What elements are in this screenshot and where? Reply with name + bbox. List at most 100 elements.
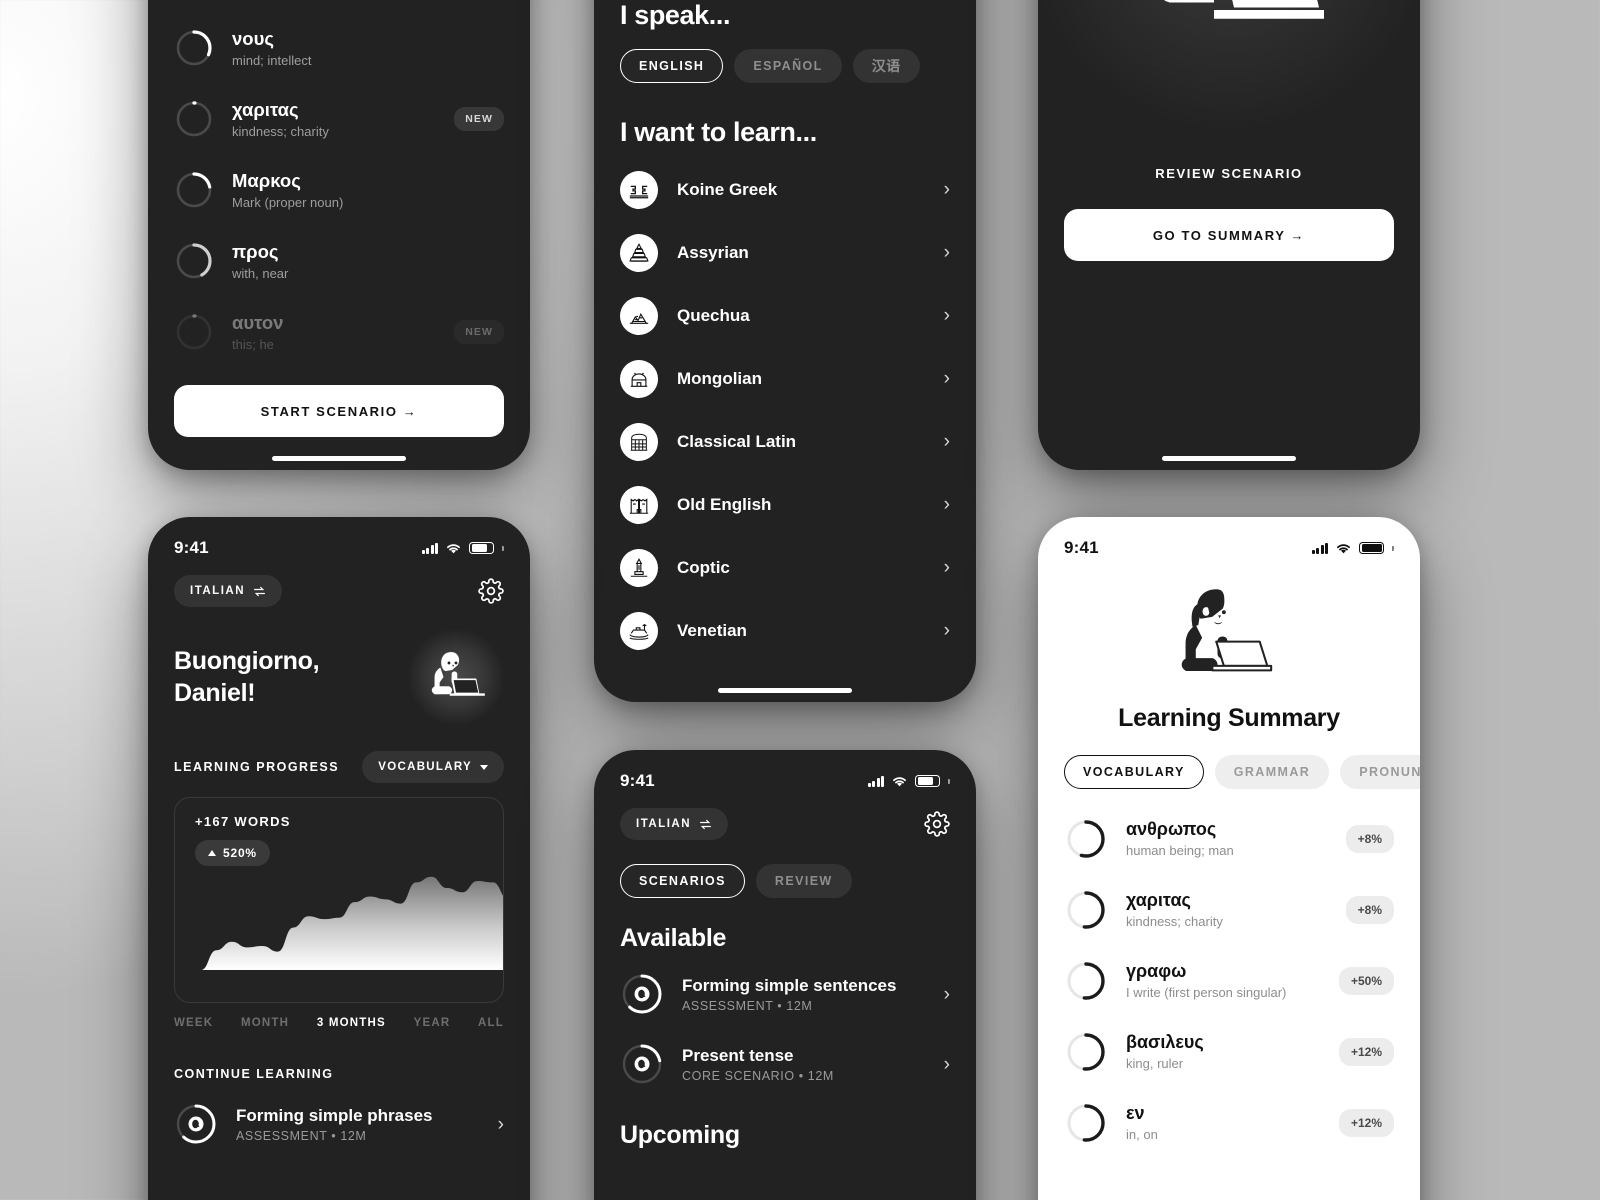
list-item[interactable]: εν in, on +12%	[1064, 1087, 1394, 1158]
person-reading-illustration	[431, 652, 485, 696]
language-switch-chip[interactable]: ITALIAN	[174, 575, 283, 607]
status-badge: NEW	[454, 106, 504, 131]
language-item-mongolian[interactable]: Mongolian ›	[620, 347, 950, 410]
speak-chip-chinese[interactable]: 汉语	[852, 49, 920, 83]
language-item-venetian[interactable]: Venetian ›	[620, 599, 950, 662]
scenario-title: Forming simple phrases	[236, 1105, 433, 1125]
chevron-right-icon: ›	[943, 431, 950, 452]
list-item[interactable]: αυτον this; he NEW	[174, 296, 504, 367]
metric-dropdown[interactable]: VOCABULARY	[362, 751, 504, 783]
tab-grammar[interactable]: GRAMMAR	[1214, 755, 1330, 789]
gear-icon[interactable]	[478, 578, 504, 604]
vocab-word: χαριτας	[1126, 890, 1191, 911]
person-with-laptop-illustration	[1164, 0, 1324, 19]
scenario-title: Present tense	[682, 1045, 794, 1065]
tab-vocabulary[interactable]: VOCABULARY	[1064, 755, 1204, 789]
battery-cap-icon	[948, 778, 950, 784]
learning-progress-label: LEARNING PROGRESS	[174, 760, 340, 774]
machu-picchu-icon	[620, 296, 658, 335]
period-tab-month[interactable]: MONTH	[241, 1017, 289, 1029]
summary-tabs: VOCABULARY GRAMMAR PRONUNCIATION	[1038, 755, 1420, 789]
vocab-word: γραφω	[1126, 961, 1187, 982]
language-list: Koine Greek › Assyrian › Quechua › Mongo…	[620, 158, 950, 662]
speak-chip-english[interactable]: ENGLISH	[620, 49, 724, 83]
vocabulary-list-screen: νους mind; intellect χαριτας kindness; c…	[148, 0, 530, 470]
chevron-right-icon: ›	[943, 242, 950, 263]
progress-badge: +12%	[1338, 1037, 1394, 1066]
review-scenario-label: REVIEW SCENARIO	[1155, 166, 1303, 181]
period-tab-week[interactable]: WEEK	[174, 1017, 213, 1029]
vocab-definition: with, near	[232, 265, 289, 281]
status-time: 9:41	[174, 538, 209, 557]
chevron-right-icon: ›	[943, 620, 950, 641]
tab-review[interactable]: REVIEW	[755, 864, 852, 898]
language-item-assyrian[interactable]: Assyrian ›	[620, 221, 950, 284]
speak-chip-espanol[interactable]: ESPAÑOL	[734, 49, 842, 83]
upcoming-heading: Upcoming	[620, 1121, 740, 1149]
list-item[interactable]: νους mind; intellect	[174, 12, 504, 83]
vocab-definition: I write (first person singular)	[1126, 984, 1287, 1000]
chevron-right-icon: ›	[943, 368, 950, 389]
scenario-progress-icon	[174, 1102, 218, 1146]
language-picker-screen: I speak... ENGLISH ESPAÑOL 汉语 I want to …	[594, 0, 976, 702]
vocab-word: Μαρκος	[232, 169, 301, 191]
progress-ring-icon	[174, 170, 214, 210]
list-item[interactable]: ανθρωπος human being; man +8%	[1064, 803, 1394, 874]
list-item[interactable]: χαριτας kindness; charity +8%	[1064, 874, 1394, 945]
tab-scenarios[interactable]: SCENARIOS	[620, 864, 745, 898]
language-item-koine-greek[interactable]: Koine Greek ›	[620, 158, 950, 221]
progress-ring-icon	[1064, 888, 1108, 932]
learning-progress-chart[interactable]: +167 WORDS 520%	[174, 797, 504, 1003]
language-label: Mongolian	[677, 368, 762, 388]
vocab-word: προς	[232, 240, 279, 262]
list-item[interactable]: Forming simple sentences ASSESSMENT • 12…	[620, 963, 950, 1025]
chat-bubble-icon	[634, 1056, 650, 1072]
battery-cap-icon	[1392, 545, 1394, 551]
cellular-signal-icon	[867, 775, 885, 787]
home-indicator	[272, 456, 406, 461]
language-item-classical-latin[interactable]: Classical Latin ›	[620, 410, 950, 473]
list-item[interactable]: χαριτας kindness; charity NEW	[174, 83, 504, 154]
wifi-icon	[1337, 543, 1351, 553]
progress-badge: +8%	[1345, 824, 1394, 853]
chevron-right-icon: ›	[943, 983, 950, 1005]
language-label: Assyrian	[677, 242, 749, 262]
list-item[interactable]: Forming simple phrases ASSESSMENT • 12M …	[174, 1093, 504, 1155]
period-tab-year[interactable]: YEAR	[414, 1017, 451, 1029]
greeting-line-2: Daniel!	[174, 679, 256, 707]
page-title: Buongiorno, Daniel!	[174, 645, 320, 710]
vocab-word: νους	[232, 27, 274, 49]
speak-language-chips: ENGLISH ESPAÑOL 汉语	[620, 49, 950, 83]
language-label: Koine Greek	[677, 179, 778, 199]
language-item-coptic[interactable]: Coptic ›	[620, 536, 950, 599]
hero-illustration	[1038, 0, 1420, 160]
metric-dropdown-label: VOCABULARY	[378, 761, 472, 773]
person-reading-illustration	[1181, 589, 1273, 672]
progress-badge: +8%	[1345, 895, 1394, 924]
go-to-summary-button[interactable]: GO TO SUMMARY →	[1064, 209, 1394, 261]
language-switch-chip[interactable]: ITALIAN	[620, 808, 729, 840]
battery-cap-icon	[502, 545, 504, 551]
status-time: 9:41	[1064, 538, 1099, 557]
page-title: Learning Summary	[1118, 704, 1340, 732]
language-item-quechua[interactable]: Quechua ›	[620, 284, 950, 347]
period-tab-3-months[interactable]: 3 MONTHS	[317, 1017, 386, 1029]
language-label: Coptic	[677, 557, 730, 577]
list-item[interactable]: προς with, near	[174, 225, 504, 296]
progress-ring-icon	[1064, 817, 1108, 861]
list-item[interactable]: Μαρκος Mark (proper noun)	[174, 154, 504, 225]
list-item[interactable]: Present tense CORE SCENARIO • 12M ›	[620, 1033, 950, 1095]
language-item-old-english[interactable]: Old English ›	[620, 473, 950, 536]
list-item[interactable]: γραφω I write (first person singular) +5…	[1064, 945, 1394, 1016]
vocab-definition: kindness; charity	[1126, 913, 1223, 929]
tab-pronunciation[interactable]: PRONUNCIATION	[1340, 755, 1420, 789]
list-item[interactable]: βασιλευς king, ruler +12%	[1064, 1016, 1394, 1087]
chevron-right-icon: ›	[943, 305, 950, 326]
scenario-title: Forming simple sentences	[682, 975, 897, 995]
status-badge: NEW	[454, 319, 504, 344]
status-bar: 9:41	[594, 750, 976, 796]
vocab-definition: king, ruler	[1126, 1055, 1184, 1071]
period-tab-all[interactable]: ALL	[478, 1017, 504, 1029]
gear-icon[interactable]	[924, 811, 950, 837]
start-scenario-button[interactable]: START SCENARIO →	[174, 385, 504, 437]
